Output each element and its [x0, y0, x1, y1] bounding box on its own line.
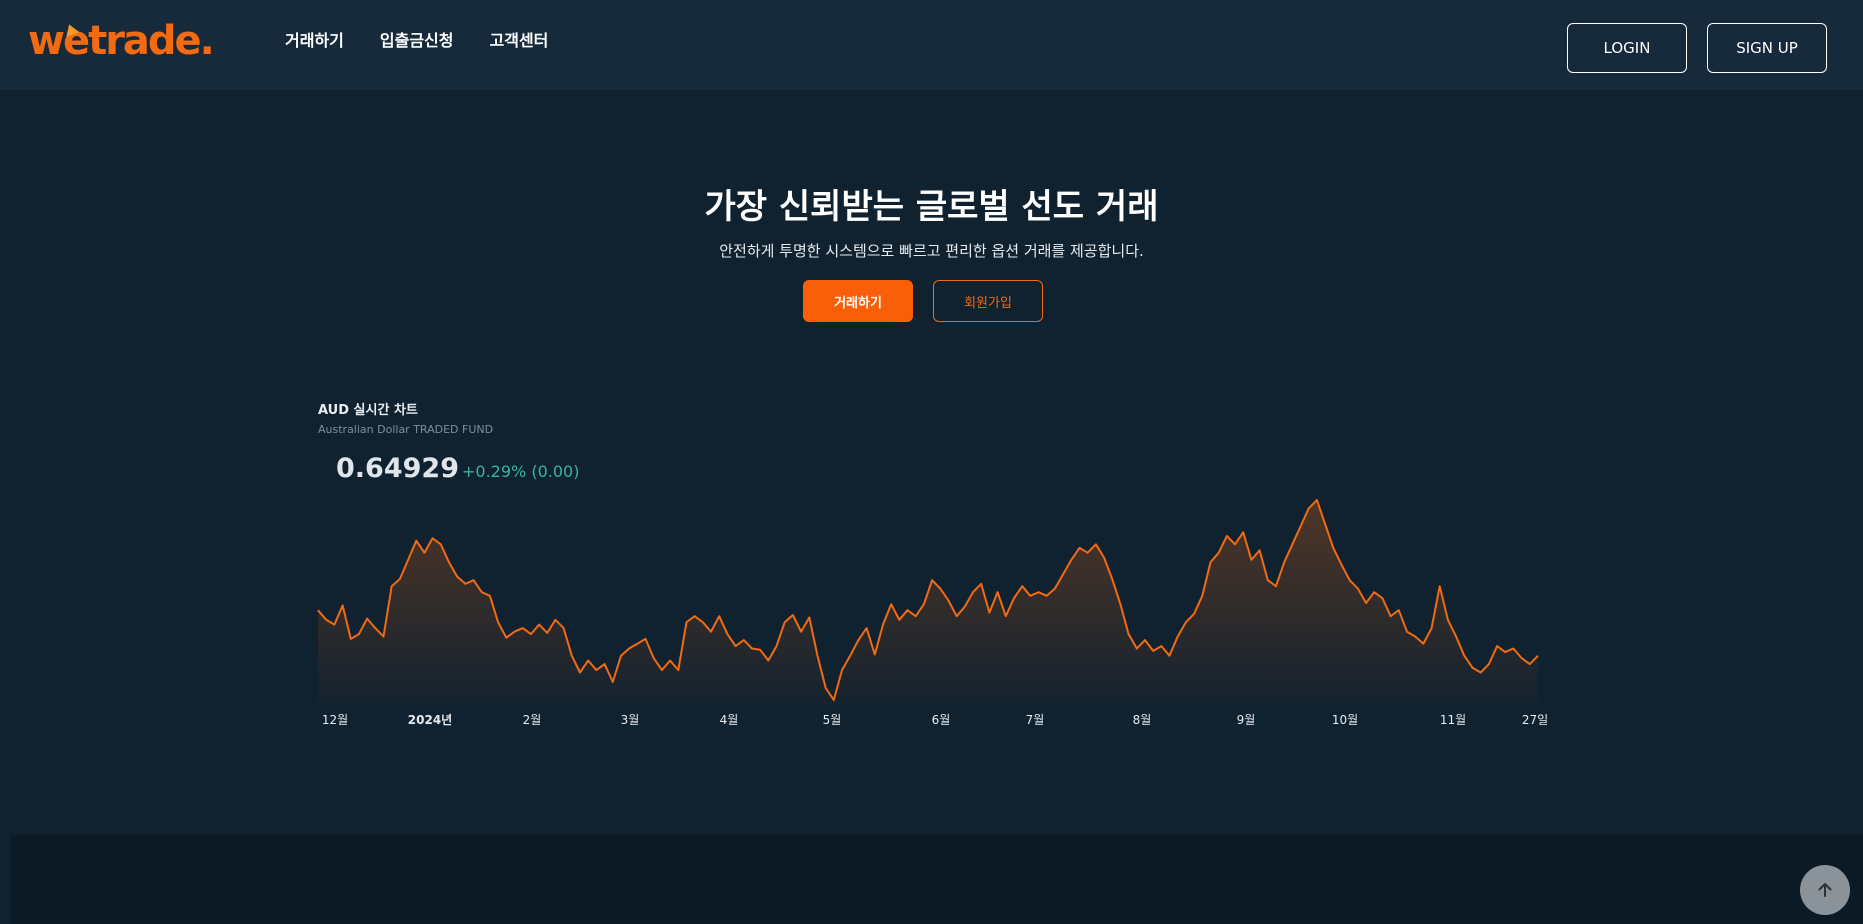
chart-subtitle: Australian Dollar TRADED FUND: [318, 423, 494, 436]
x-tick-label: 2월: [523, 713, 542, 727]
nav-item-deposit-withdraw[interactable]: 입출금신청: [380, 30, 454, 52]
x-tick-label: 3월: [621, 713, 640, 727]
arrow-up-icon: [1818, 883, 1832, 897]
site-header: wetrade. 거래하기 입출금신청 고객센터 LOGIN SIGN UP: [0, 0, 1863, 90]
main-nav: 거래하기 입출금신청 고객센터: [285, 30, 548, 52]
signup-button[interactable]: SIGN UP: [1707, 23, 1827, 73]
x-tick-label: 11월: [1440, 713, 1466, 727]
x-tick-label: 12월: [322, 713, 348, 727]
login-button[interactable]: LOGIN: [1567, 23, 1687, 73]
trade-button[interactable]: 거래하기: [803, 280, 913, 322]
join-button[interactable]: 회원가입: [933, 280, 1043, 322]
x-axis-labels: 12월 2024년 2월 3월 4월 5월 6월 7월 8월 9월 10월 11월 27일: [322, 713, 1548, 727]
x-tick-label: 2024년: [408, 713, 452, 727]
aud-area-chart[interactable]: 12월 2024년 2월 3월 4월 5월 6월 7월 8월 9월 10월 11월 27일: [310, 480, 1560, 730]
x-tick-label: 4월: [720, 713, 739, 727]
chart-area-fill: [318, 500, 1538, 705]
x-tick-label: 27일: [1522, 713, 1548, 727]
bottom-panel: [11, 835, 1863, 924]
x-tick-label: 10월: [1332, 713, 1358, 727]
wetrade-logo[interactable]: wetrade.: [28, 18, 215, 64]
nav-item-support[interactable]: 고객센터: [490, 30, 549, 52]
nav-item-trade[interactable]: 거래하기: [285, 30, 344, 52]
x-tick-label: 5월: [823, 713, 842, 727]
hero-title: 가장 신뢰받는 글로벌 선도 거래: [704, 187, 1159, 227]
scroll-top-button[interactable]: [1800, 865, 1850, 915]
chart-title: AUD 실시간 차트: [318, 403, 418, 418]
hero-subtitle: 안전하게 투명한 시스템으로 빠르고 편리한 옵션 거래를 제공합니다.: [719, 242, 1144, 260]
x-tick-label: 7월: [1026, 713, 1045, 727]
x-tick-label: 9월: [1237, 713, 1256, 727]
x-tick-label: 8월: [1133, 713, 1152, 727]
x-tick-label: 6월: [932, 713, 951, 727]
